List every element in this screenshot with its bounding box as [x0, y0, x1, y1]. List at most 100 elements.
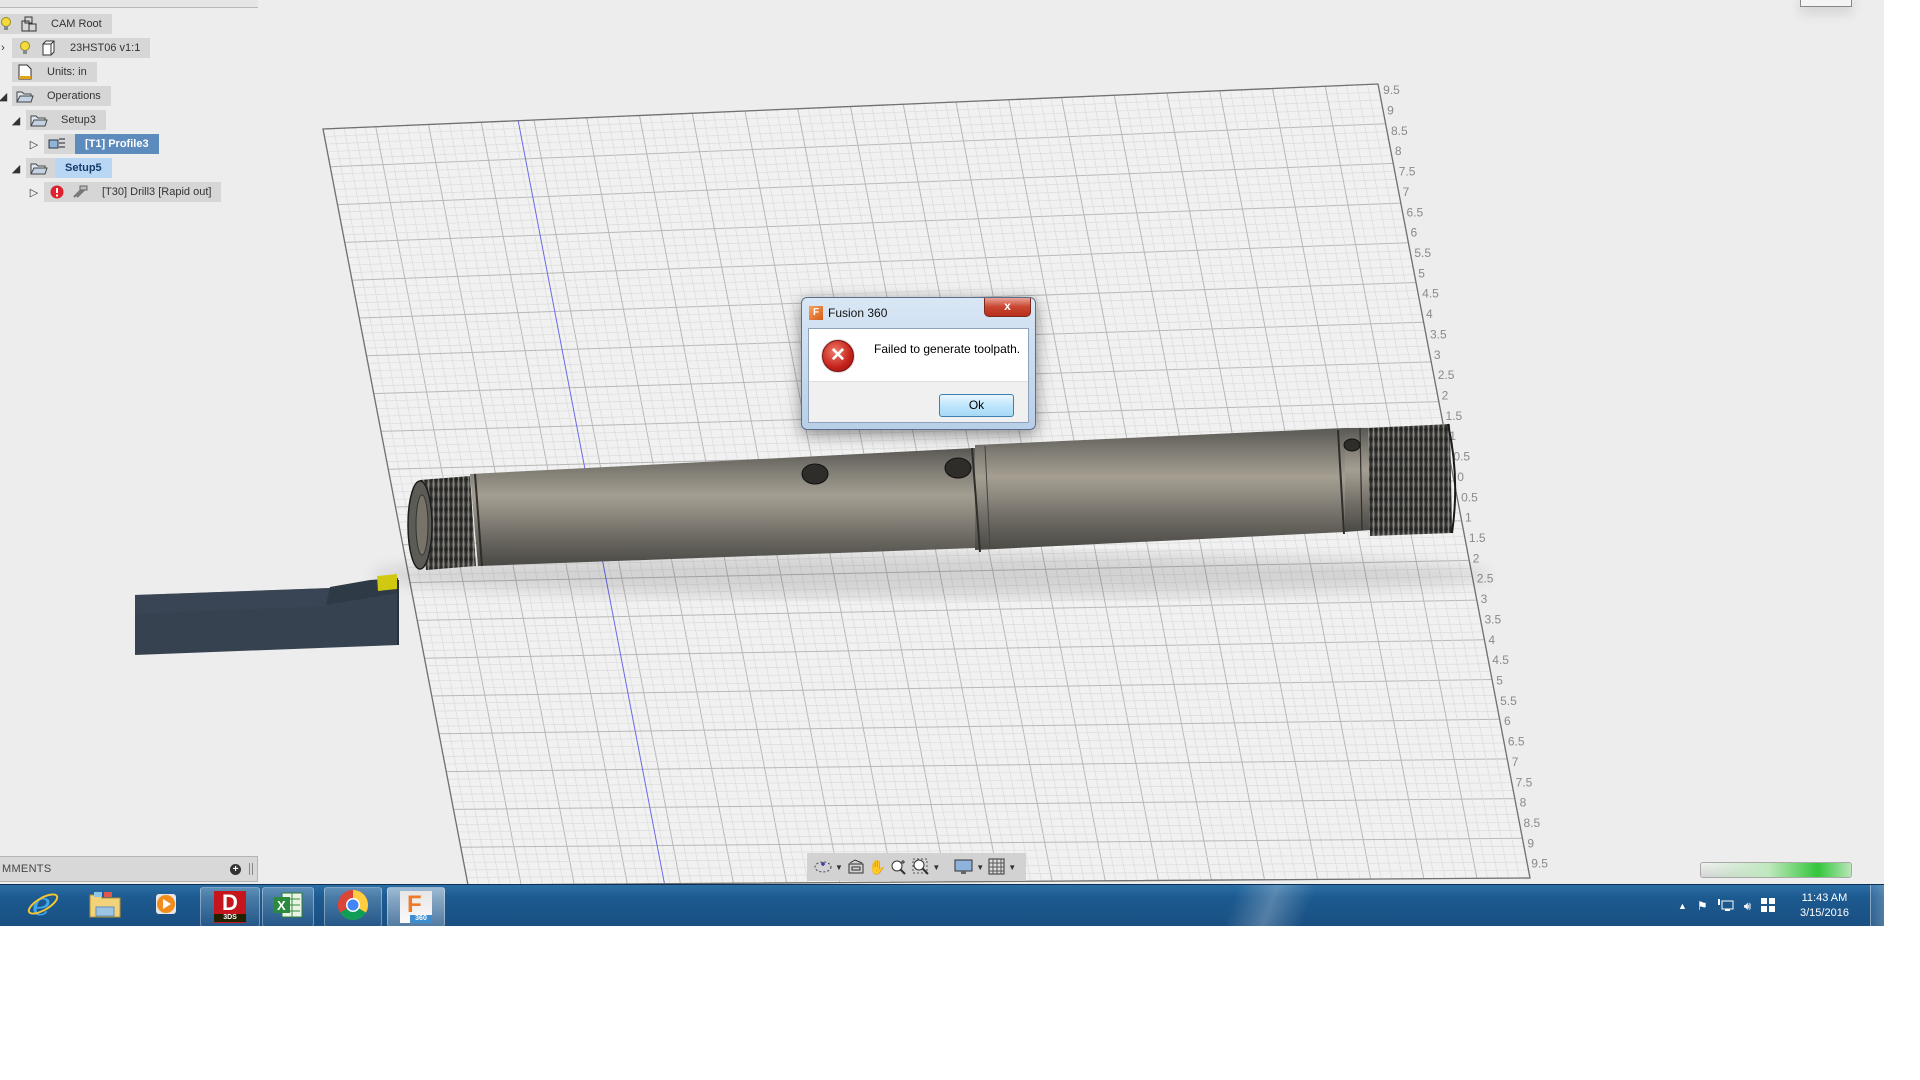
taskbar-app-media-player[interactable] [138, 887, 196, 925]
canvas-viewport[interactable]: 9.5 9 8.5 8 7.5 7 6.5 6 5.5 5 4.5 4 3.5 3 2.5 2 1.5 1 0.5 0… [0, 0, 1884, 884]
collapse-arrow-icon[interactable]: ◢ [0, 89, 7, 103]
lightbulb-icon[interactable] [15, 40, 35, 56]
taskbar-app-file-explorer[interactable] [76, 887, 134, 925]
grid-tick-label: 3 [1434, 348, 1441, 362]
tree-node-profile3[interactable]: ▷ [T1] Profile3 [28, 134, 159, 154]
grid-tick-label: 8 [1395, 144, 1402, 158]
pan-icon[interactable]: ✋ [869, 856, 886, 878]
comments-label: MMENTS [2, 863, 52, 875]
windows-flag-icon[interactable] [1761, 897, 1776, 915]
plus-circle-icon[interactable]: + [230, 863, 241, 875]
taskbar-app-excel[interactable]: X [262, 887, 314, 926]
grid-tick-label: 3.5 [1430, 327, 1447, 341]
tree-node-setup5[interactable]: ◢ Setup5 [10, 158, 112, 178]
taskbar-app-3ds[interactable]: D 3DS [200, 887, 260, 926]
progress-bar [1700, 862, 1852, 878]
grid-tick-label: 0 [1457, 470, 1464, 484]
tree-node-label: [T1] Profile3 [75, 134, 159, 154]
tool-insert [377, 574, 397, 591]
tree-node-label: 23HST06 v1:1 [70, 42, 141, 54]
grid-tick-label: 1.5 [1446, 409, 1463, 423]
grid-tick-label: 1.5 [1469, 531, 1486, 545]
grid-tick-label: 7.5 [1399, 165, 1416, 179]
expand-arrow-icon[interactable]: ▷ [28, 185, 40, 199]
tree-node-component[interactable]: › 23HST06 v1:1 [0, 38, 151, 58]
setup-folder-icon [29, 112, 49, 128]
close-button[interactable]: x [984, 298, 1031, 317]
lightbulb-icon[interactable] [0, 16, 16, 32]
grid-tick-label: 0.5 [1453, 450, 1470, 464]
progress-fill [1701, 863, 1851, 877]
tree-node-operations[interactable]: ◢ Operations [0, 86, 111, 106]
collapse-arrow-icon[interactable]: ◢ [10, 113, 22, 127]
clock-date: 3/15/2016 [1800, 907, 1849, 919]
taskbar-app-chrome[interactable] [324, 887, 382, 926]
turning-tool[interactable] [135, 574, 399, 655]
fit-window-icon[interactable]: ▼ [912, 856, 940, 878]
orbit-icon[interactable]: ▼ [813, 856, 843, 878]
media-player-icon [154, 891, 180, 922]
dialog-titlebar[interactable]: F Fusion 360 [809, 304, 887, 322]
comments-panel[interactable]: MMENTS + [0, 856, 258, 882]
grid-tick-label: 4.5 [1492, 653, 1509, 667]
tree-node-label: Operations [47, 90, 101, 102]
profile-toolpath-icon [47, 136, 67, 152]
expand-arrow-icon[interactable]: › [0, 41, 6, 55]
grid-tick-label: 6.5 [1407, 205, 1424, 219]
show-desktop-button[interactable] [1870, 885, 1884, 926]
grid-tick-label: 2.5 [1438, 368, 1455, 382]
ok-button[interactable]: Ok [939, 394, 1014, 417]
volume-icon[interactable]: 🔊︎ [1744, 899, 1752, 914]
tree-node-units[interactable]: Units: in [12, 62, 97, 82]
grid-tick-label: 9 [1387, 103, 1394, 117]
grid-tick-label: 7.5 [1516, 775, 1533, 789]
3ds-icon: D 3DS [214, 891, 246, 923]
tree-node-setup3[interactable]: ◢ Setup3 [10, 110, 106, 130]
drill-toolpath-icon [70, 184, 90, 200]
zoom-icon[interactable] [890, 856, 908, 878]
cam-root-icon [19, 16, 39, 32]
grid-tick-label: 9 [1527, 836, 1534, 850]
show-hidden-icons-icon[interactable]: ▲ [1678, 901, 1687, 911]
grid-tick-label: 9.5 [1531, 857, 1548, 871]
grid-tick-label: 4 [1488, 633, 1495, 647]
grid-tick-label: 4 [1426, 307, 1433, 321]
grid-settings-icon[interactable]: ▼ [988, 856, 1016, 878]
look-at-icon[interactable] [847, 856, 865, 878]
grid-tick-label: 3 [1481, 592, 1488, 606]
setup-folder-icon [29, 160, 49, 176]
collapse-arrow-icon[interactable]: ◢ [10, 161, 22, 175]
tree-node-label: Setup5 [55, 158, 112, 178]
dialog-message: Failed to generate toolpath. [874, 342, 1021, 356]
system-clock[interactable]: 11:43 AM 3/15/2016 [1800, 891, 1849, 921]
panel-grip-icon[interactable] [249, 863, 253, 875]
display-settings-icon[interactable]: ▼ [954, 856, 984, 878]
grid-tick-label: 5 [1418, 266, 1425, 280]
cross-hole [801, 463, 829, 485]
cross-hole [944, 457, 972, 479]
view-cube[interactable] [1800, 0, 1852, 7]
tree-node-drill3[interactable]: ▷ [T30] Drill3 [Rapid out] [28, 182, 222, 202]
taskbar-shine [1180, 885, 1360, 926]
fusion-app-icon: F [809, 306, 823, 320]
action-center-flag-icon[interactable]: ⚑ [1697, 899, 1708, 913]
tree-node-cam-root[interactable]: CAM Root [0, 14, 112, 34]
fusion-sublabel: 360 [410, 915, 432, 923]
clock-time: 11:43 AM [1801, 892, 1848, 904]
network-icon[interactable] [1717, 898, 1734, 915]
grid-tick-label: 6 [1504, 714, 1511, 728]
3ds-sublabel: 3DS [214, 914, 246, 922]
grid-tick-label: 1 [1465, 511, 1472, 525]
tree-node-label: Units: in [47, 66, 87, 78]
3d-scene[interactable]: 9.5 9 8.5 8 7.5 7 6.5 6 5.5 5 4.5 4 3.5 3 2.5 2 1.5 1 0.5 0… [0, 0, 1884, 884]
expand-arrow-icon[interactable]: ▷ [28, 137, 40, 151]
navigation-toolbar: ▼ ✋ ▼ ▼ ▼ [807, 853, 1026, 881]
taskbar-app-fusion-360[interactable]: F 360 [387, 887, 445, 926]
svg-text:X: X [277, 898, 286, 913]
grid-tick-label: 8.5 [1523, 816, 1540, 830]
browser-tree: CAM Root › 23HST06 v1:1 Units: in ◢ Oper… [0, 0, 258, 210]
taskbar-app-internet-explorer[interactable]: e [14, 885, 72, 925]
chrome-icon [337, 889, 369, 926]
browser-header [0, 0, 258, 8]
grid-tick-label: 7 [1512, 755, 1519, 769]
